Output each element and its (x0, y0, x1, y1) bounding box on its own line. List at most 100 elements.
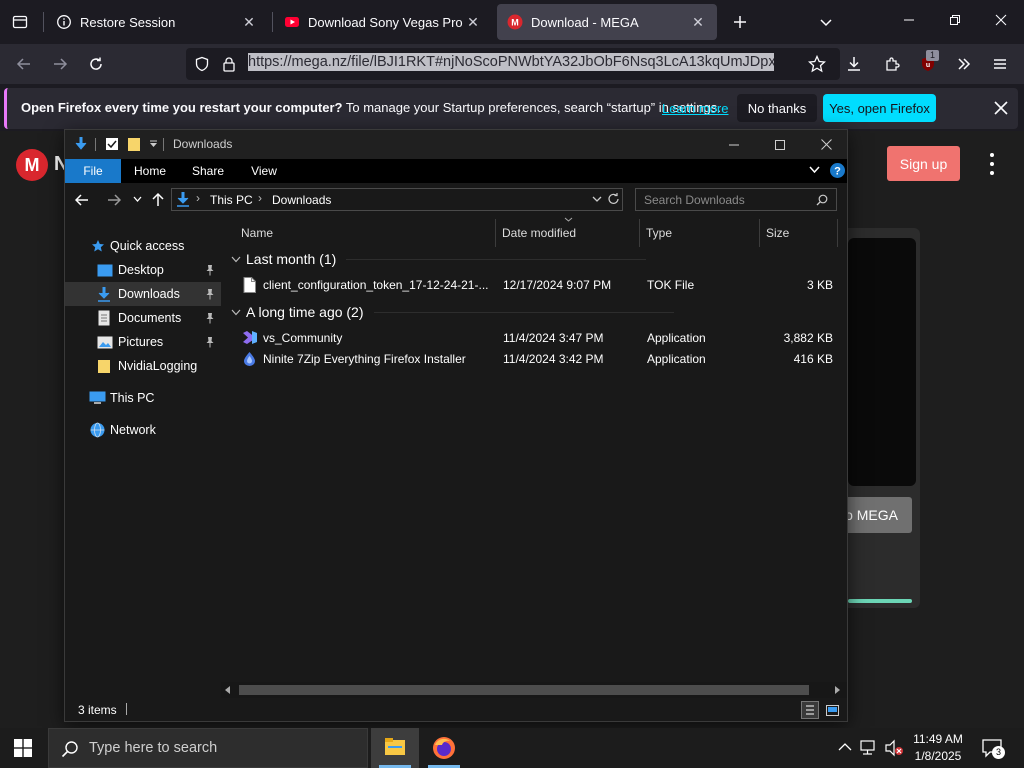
nav-network[interactable]: Network (65, 418, 221, 442)
no-thanks-button[interactable]: No thanks (737, 94, 817, 122)
volume-muted-icon[interactable] (884, 739, 904, 757)
address-dropdown-icon[interactable] (592, 195, 602, 203)
chevron-down-icon (133, 196, 142, 202)
breadcrumb-downloads[interactable]: Downloads (272, 193, 331, 207)
new-tab-button[interactable] (724, 6, 756, 38)
chevron-down-icon (820, 19, 832, 27)
action-center-button[interactable]: 3 (982, 738, 1005, 759)
refresh-icon[interactable] (607, 192, 620, 206)
close-tab-icon[interactable]: ✕ (689, 13, 707, 31)
file-row[interactable]: client_configuration_token_17-12-24-21-.… (221, 275, 839, 296)
scroll-right-icon[interactable] (835, 686, 841, 694)
nav-label: Quick access (110, 239, 185, 253)
scroll-left-icon[interactable] (225, 686, 231, 694)
nav-pictures[interactable]: Pictures (65, 330, 221, 354)
nav-downloads[interactable]: Downloads (65, 282, 221, 306)
file-row[interactable]: Ninite 7Zip Everything Firefox Installer… (221, 349, 839, 370)
column-separator[interactable] (759, 219, 760, 247)
explorer-title-bar[interactable]: Downloads (65, 130, 847, 159)
explorer-maximize-button[interactable] (757, 130, 803, 159)
app-menu-button[interactable] (984, 48, 1016, 80)
shield-icon[interactable] (194, 56, 210, 72)
file-name: Ninite 7Zip Everything Firefox Installer (263, 352, 466, 366)
tab-mega[interactable]: M Download - MEGA ✕ (497, 4, 717, 40)
explorer-minimize-button[interactable] (711, 130, 757, 159)
ribbon-tab-view[interactable]: View (239, 159, 289, 183)
new-folder-icon[interactable] (127, 137, 141, 152)
breadcrumb-this-pc[interactable]: This PC (210, 193, 253, 207)
network-tray-icon[interactable] (860, 739, 880, 757)
column-header-size[interactable]: Size (766, 217, 836, 249)
help-icon[interactable]: ? (829, 162, 846, 179)
nav-documents[interactable]: Documents (65, 306, 221, 330)
column-header-type[interactable]: Type (646, 217, 756, 249)
lock-icon[interactable] (222, 56, 236, 72)
nav-quick-access[interactable]: Quick access (65, 234, 221, 258)
more-menu-button[interactable] (982, 151, 1002, 177)
expand-ribbon-icon[interactable] (809, 166, 820, 174)
mega-logo[interactable]: M (16, 149, 48, 181)
url-text[interactable]: https://mega.nz/file/lBJI1RKT#njNoScoPNW… (248, 53, 774, 71)
show-hidden-icons-button[interactable] (838, 741, 852, 753)
recent-locations-button[interactable] (133, 195, 142, 203)
ribbon-tab-file[interactable]: File (65, 159, 121, 183)
qat-dropdown-icon[interactable] (149, 140, 158, 148)
breadcrumb-separator: › (196, 191, 200, 205)
sign-up-button[interactable]: Sign up (887, 146, 960, 181)
nav-desktop[interactable]: Desktop (65, 258, 221, 282)
scrollbar-thumb[interactable] (239, 685, 809, 695)
up-button[interactable] (151, 192, 165, 207)
pictures-icon (97, 336, 113, 348)
more-tools-button[interactable] (948, 48, 980, 80)
column-separator[interactable] (495, 219, 496, 247)
learn-more-link[interactable]: Learn more (662, 101, 728, 116)
column-header-date-modified[interactable]: Date modified (502, 217, 632, 249)
column-separator[interactable] (837, 219, 838, 247)
minimize-window-button[interactable] (886, 4, 932, 36)
group-header-long-time-ago[interactable]: A long time ago (2) (231, 304, 674, 320)
close-notification-button[interactable] (989, 96, 1013, 120)
tab-sony-vegas[interactable]: Download Sony Vegas Pro 13 Full ✕ (274, 4, 492, 40)
downloads-button[interactable] (838, 48, 870, 80)
column-header-name[interactable]: Name (241, 217, 491, 249)
bookmark-star-icon[interactable] (808, 55, 826, 73)
reload-button[interactable] (80, 48, 112, 80)
horizontal-scrollbar[interactable] (221, 682, 847, 698)
file-row[interactable]: vs_Community 11/4/2024 3:47 PM Applicati… (221, 328, 839, 349)
yes-open-firefox-button[interactable]: Yes, open Firefox (823, 94, 936, 122)
address-bar[interactable]: › This PC › Downloads (171, 188, 623, 211)
file-explorer-window: Downloads File Home Share View ? › This … (64, 129, 848, 722)
taskbar-clock[interactable]: 11:49 AM 1/8/2025 (906, 731, 970, 765)
group-header-last-month[interactable]: Last month (1) (231, 251, 647, 267)
group-label: A long time ago (2) (246, 304, 364, 320)
close-tab-icon[interactable]: ✕ (464, 13, 482, 31)
firefox-view-button[interactable] (4, 6, 36, 38)
restore-window-button[interactable] (932, 4, 978, 36)
double-chevron-right-icon (958, 58, 971, 70)
tab-restore-session[interactable]: Restore Session ✕ (46, 4, 268, 40)
ublock-extension-button[interactable]: u 1 (912, 48, 944, 80)
taskbar-firefox[interactable] (420, 728, 468, 768)
taskbar-search-box[interactable]: Type here to search (48, 728, 368, 768)
list-all-tabs-button[interactable] (810, 6, 842, 38)
explorer-back-button[interactable] (75, 193, 89, 207)
taskbar-file-explorer[interactable] (371, 728, 419, 768)
close-tab-icon[interactable]: ✕ (240, 13, 258, 31)
column-separator[interactable] (639, 219, 640, 247)
pin-icon (206, 337, 214, 348)
forward-button[interactable] (44, 48, 76, 80)
explorer-forward-button[interactable] (107, 193, 121, 207)
back-button[interactable] (8, 48, 40, 80)
large-icons-view-button[interactable] (823, 701, 841, 719)
details-view-button[interactable] (801, 701, 819, 719)
nav-this-pc[interactable]: This PC (65, 386, 221, 410)
close-window-button[interactable] (978, 4, 1024, 36)
properties-icon[interactable] (105, 137, 119, 151)
search-downloads-input[interactable]: Search Downloads (635, 188, 837, 211)
start-button[interactable] (14, 739, 32, 757)
extensions-button[interactable] (876, 48, 908, 80)
nav-nvidialogging[interactable]: NvidiaLogging (65, 354, 221, 378)
ribbon-tab-home[interactable]: Home (125, 159, 175, 183)
explorer-close-button[interactable] (803, 130, 849, 159)
ribbon-tab-share[interactable]: Share (183, 159, 233, 183)
